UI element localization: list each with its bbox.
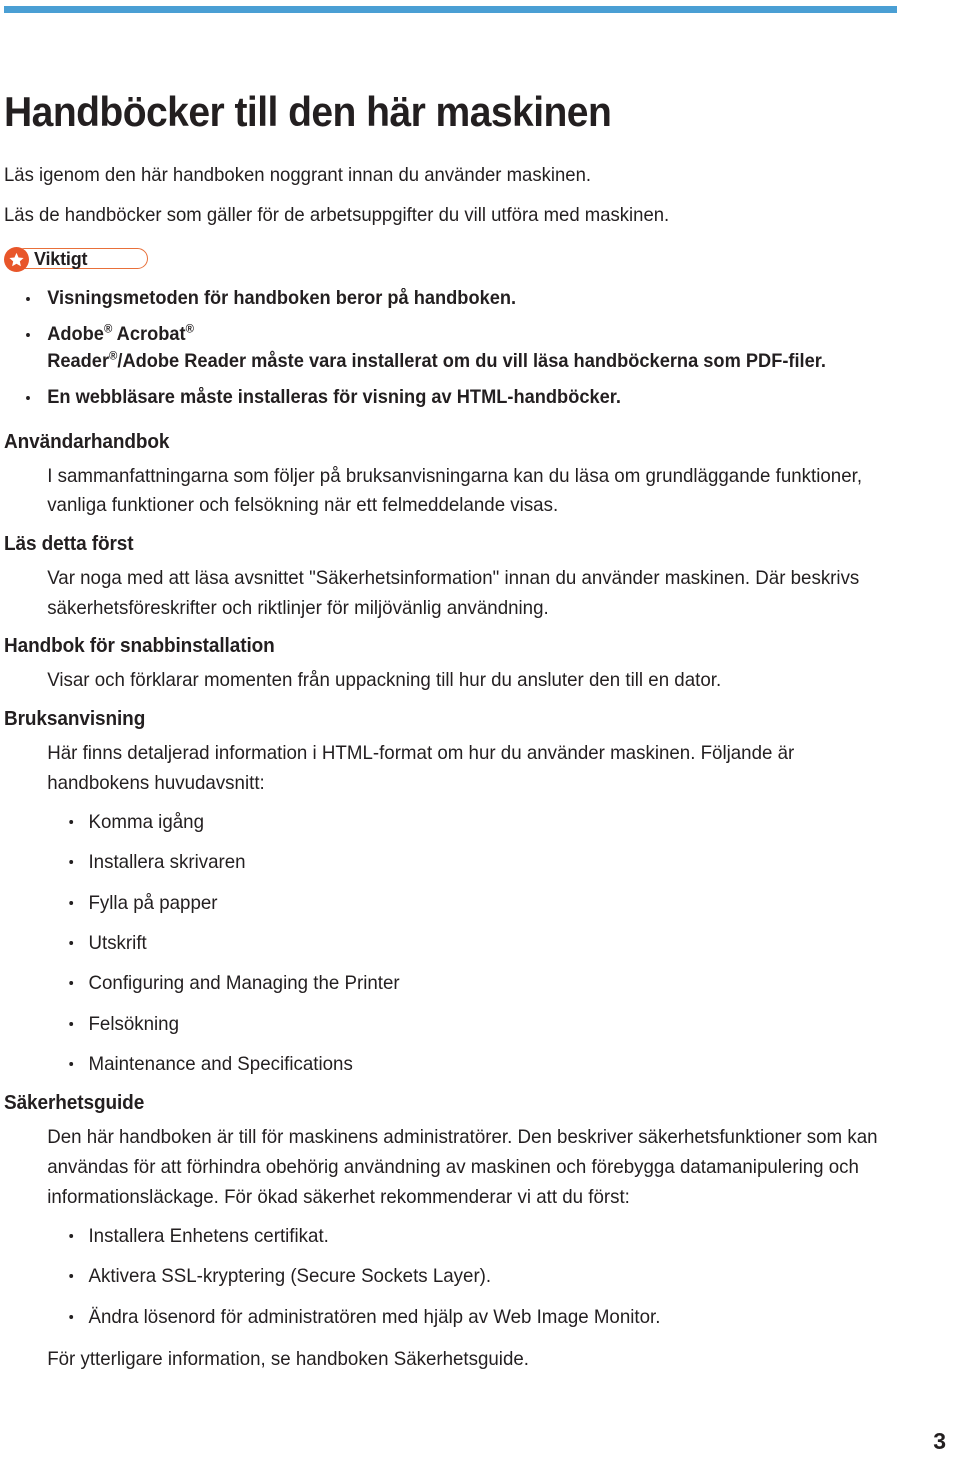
- important-bullet-list: Visningsmetoden för handboken beror på h…: [4, 286, 934, 412]
- star-icon: [4, 246, 29, 272]
- list-item: Aktivera SSL-kryptering (Secure Sockets …: [4, 1263, 897, 1290]
- list-item: Installera Enhetens certifikat.: [4, 1223, 897, 1250]
- section-heading-bruksanvisning: Bruksanvisning: [4, 707, 146, 730]
- section-heading-anvandarhandbok: Användarhandbok: [4, 430, 170, 453]
- page-title: Handböcker till den här maskinen: [4, 88, 612, 135]
- list-item: Installera skrivaren: [4, 849, 897, 876]
- section-body-sakerhetsguide: Den här handboken är till för maskinens …: [47, 1126, 878, 1208]
- important-item-line1-a: Adobe: [47, 323, 104, 345]
- important-item-line2-b: /Adobe Reader måste vara installerat om …: [117, 350, 826, 372]
- section-body-las-detta-forst: Var noga med att läsa avsnittet "Säkerhe…: [47, 567, 860, 619]
- registered-mark: ®: [103, 322, 113, 336]
- important-item-text: En webbläsare måste installeras för visn…: [47, 386, 621, 408]
- list-item: Komma igång: [4, 809, 897, 836]
- section-heading-las-detta-forst: Läs detta först: [4, 533, 134, 556]
- sakerhetsguide-footer: För ytterligare information, se handboke…: [47, 1348, 529, 1371]
- list-item: Felsökning: [4, 1011, 897, 1038]
- list-item: Configuring and Managing the Printer: [4, 970, 897, 997]
- section-heading-snabbinstallation: Handbok för snabbinstallation: [4, 635, 275, 658]
- section-heading-sakerhetsguide: Säkerhetsguide: [4, 1092, 145, 1115]
- important-item-line2-a: Reader: [47, 350, 110, 372]
- list-item: Visningsmetoden för handboken beror på h…: [4, 286, 897, 313]
- section-body-bruksanvisning: Här finns detaljerad information i HTML-…: [47, 741, 795, 794]
- registered-mark: ®: [109, 349, 118, 363]
- list-item: Adobe® Acrobat® Reader®/Adobe Reader mås…: [4, 322, 897, 376]
- section-body-anvandarhandbok: I sammanfattningarna som följer på bruks…: [47, 464, 863, 517]
- list-item: En webbläsare måste installeras för visn…: [4, 385, 897, 412]
- list-item: Maintenance and Specifications: [4, 1051, 897, 1078]
- intro-paragraph-1: Läs igenom den här handboken noggrant in…: [4, 164, 592, 187]
- intro-paragraph-2: Läs de handböcker som gäller för de arbe…: [4, 203, 670, 226]
- list-item: Ändra lösenord för administratören med h…: [4, 1304, 897, 1331]
- important-item-line1-b: Acrobat: [112, 323, 186, 345]
- important-item-text: Visningsmetoden för handboken beror på h…: [47, 287, 517, 309]
- list-item: Utskrift: [4, 930, 897, 957]
- document-page: Handböcker till den här maskinen Läs ige…: [0, 0, 960, 1461]
- list-item: Fylla på papper: [4, 890, 897, 917]
- section-body-snabbinstallation: Visar och förklarar momenten från uppack…: [47, 669, 722, 692]
- sakerhetsguide-bullet-list: Installera Enhetens certifikat. Aktivera…: [4, 1223, 934, 1331]
- page-number: 3: [933, 1428, 946, 1454]
- document-content: Handböcker till den här maskinen Läs ige…: [4, 88, 934, 1374]
- important-badge: Viktigt: [4, 246, 152, 272]
- bruksanvisning-bullet-list: Komma igång Installera skrivaren Fylla p…: [4, 809, 934, 1078]
- important-badge-label: Viktigt: [34, 248, 88, 269]
- registered-mark: ®: [185, 322, 194, 336]
- header-rule: [4, 6, 897, 13]
